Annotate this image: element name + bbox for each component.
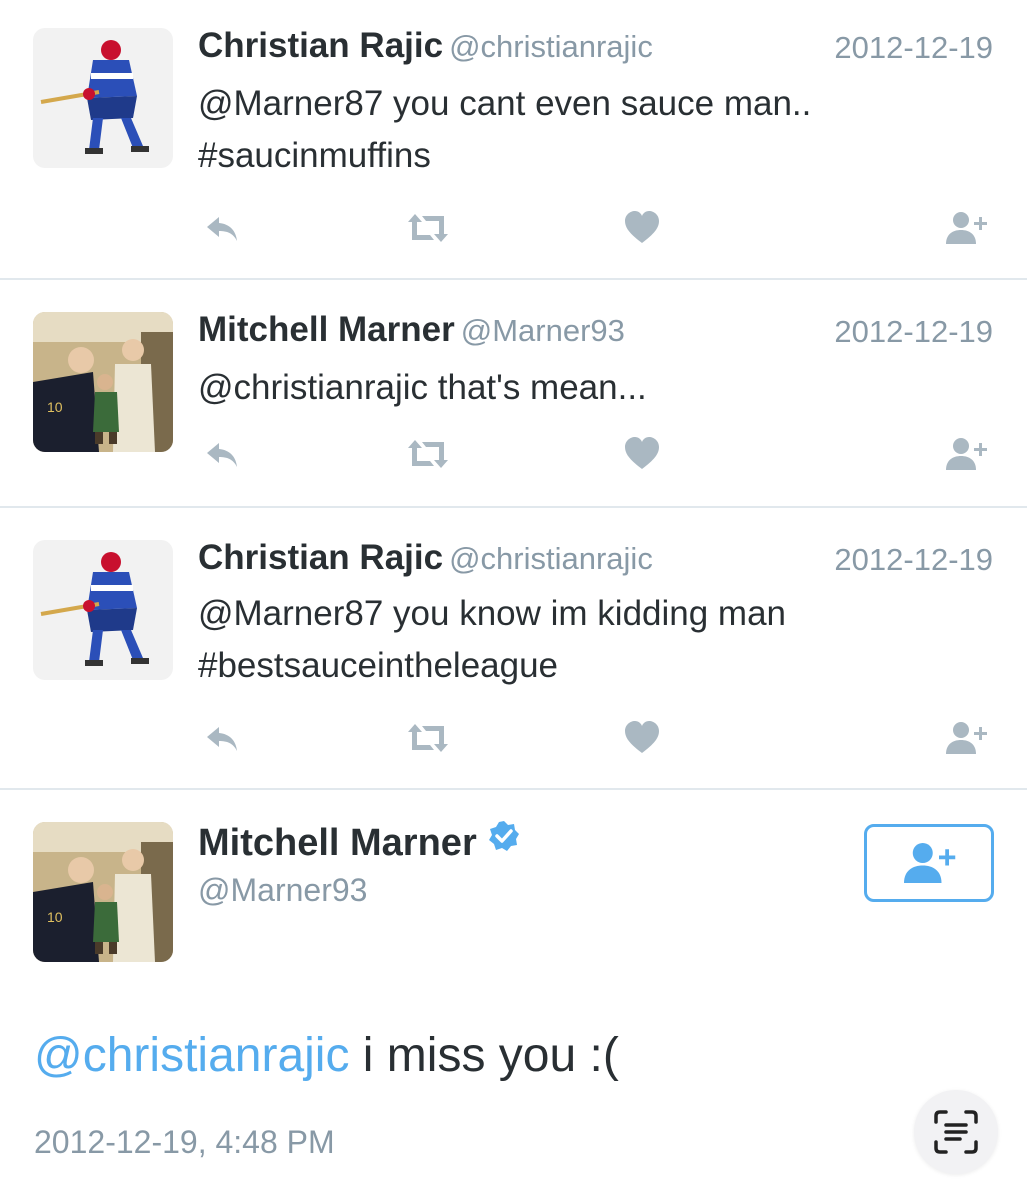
retweet-icon: [404, 718, 452, 758]
tweet-text-line: #saucinmuffins: [198, 136, 431, 175]
main-avatar[interactable]: [33, 822, 173, 962]
group-photo-avatar-image: [33, 822, 173, 962]
follow-button[interactable]: [942, 434, 990, 474]
retweet-button[interactable]: [404, 718, 452, 758]
heart-icon: [622, 434, 662, 474]
tweet-text-line: @christianrajic that's mean...: [198, 368, 647, 407]
tweet-text-line: @Marner87 you cant even sauce man..: [198, 84, 812, 123]
main-author-handle[interactable]: @Marner93: [198, 872, 367, 909]
follow-button[interactable]: [942, 718, 990, 758]
tweet-date[interactable]: 2012-12-19: [834, 542, 993, 578]
follow-button-large[interactable]: [864, 824, 994, 902]
tweet-author-name[interactable]: Christian Rajic: [198, 538, 443, 577]
follow-icon: [899, 838, 959, 888]
scan-text-button[interactable]: [914, 1090, 998, 1174]
tweet-text: @Marner87 you know im kidding man #bests…: [198, 588, 978, 692]
mention-link[interactable]: @christianrajic: [34, 1029, 349, 1082]
follow-icon: [942, 718, 990, 758]
retweet-icon: [404, 434, 452, 474]
tweet-author-handle[interactable]: @christianrajic: [449, 29, 653, 64]
tweet-text: @Marner87 you cant even sauce man.. #sau…: [198, 78, 978, 182]
follow-button[interactable]: [942, 208, 990, 248]
follow-icon: [942, 434, 990, 474]
avatar[interactable]: [33, 312, 173, 452]
follow-icon: [942, 208, 990, 248]
tweet-2[interactable]: Mitchell Marner @Marner93 2012-12-19 @chr…: [0, 280, 1027, 508]
tweet-text: @christianrajic that's mean...: [198, 362, 978, 414]
reply-button[interactable]: [202, 208, 242, 248]
group-photo-avatar-image: [33, 312, 173, 452]
retweet-button[interactable]: [404, 434, 452, 474]
tweet-actions: [198, 718, 998, 758]
tweet-date[interactable]: 2012-12-19: [834, 314, 993, 350]
tweet-author-name[interactable]: Mitchell Marner: [198, 310, 455, 349]
main-tweet-text: @christianrajic i miss you :(: [34, 1028, 619, 1083]
tweet-date[interactable]: 2012-12-19: [834, 30, 993, 66]
hockey-player-avatar-image: [33, 540, 173, 680]
main-tweet-body: i miss you :(: [349, 1029, 619, 1082]
scan-text-icon: [934, 1110, 978, 1154]
retweet-icon: [404, 208, 452, 248]
tweet-author-handle[interactable]: @christianrajic: [449, 541, 653, 576]
tweet-1[interactable]: Christian Rajic @christianrajic 2012-12-1…: [0, 0, 1027, 280]
heart-icon: [622, 718, 662, 758]
tweet-actions: [198, 208, 998, 248]
main-author-name[interactable]: Mitchell Marner: [198, 822, 477, 864]
like-button[interactable]: [622, 434, 662, 474]
retweet-button[interactable]: [404, 208, 452, 248]
tweet-author-handle[interactable]: @Marner93: [461, 313, 625, 348]
avatar[interactable]: [33, 28, 173, 168]
tweet-text-line: @Marner87 you know im kidding man: [198, 594, 787, 633]
tweet-3[interactable]: Christian Rajic @christianrajic 2012-12-1…: [0, 508, 1027, 790]
tweet-author-name[interactable]: Christian Rajic: [198, 26, 443, 65]
verified-badge-icon: [487, 819, 521, 863]
heart-icon: [622, 208, 662, 248]
like-button[interactable]: [622, 208, 662, 248]
main-tweet-timestamp[interactable]: 2012-12-19, 4:48 PM: [34, 1124, 335, 1161]
tweet-text-line: #bestsauceintheleague: [198, 646, 559, 685]
tweet-actions: [198, 434, 998, 474]
reply-button[interactable]: [202, 434, 242, 474]
reply-icon: [202, 208, 242, 248]
hockey-player-avatar-image: [33, 28, 173, 168]
like-button[interactable]: [622, 718, 662, 758]
reply-icon: [202, 718, 242, 758]
reply-button[interactable]: [202, 718, 242, 758]
avatar[interactable]: [33, 540, 173, 680]
reply-icon: [202, 434, 242, 474]
